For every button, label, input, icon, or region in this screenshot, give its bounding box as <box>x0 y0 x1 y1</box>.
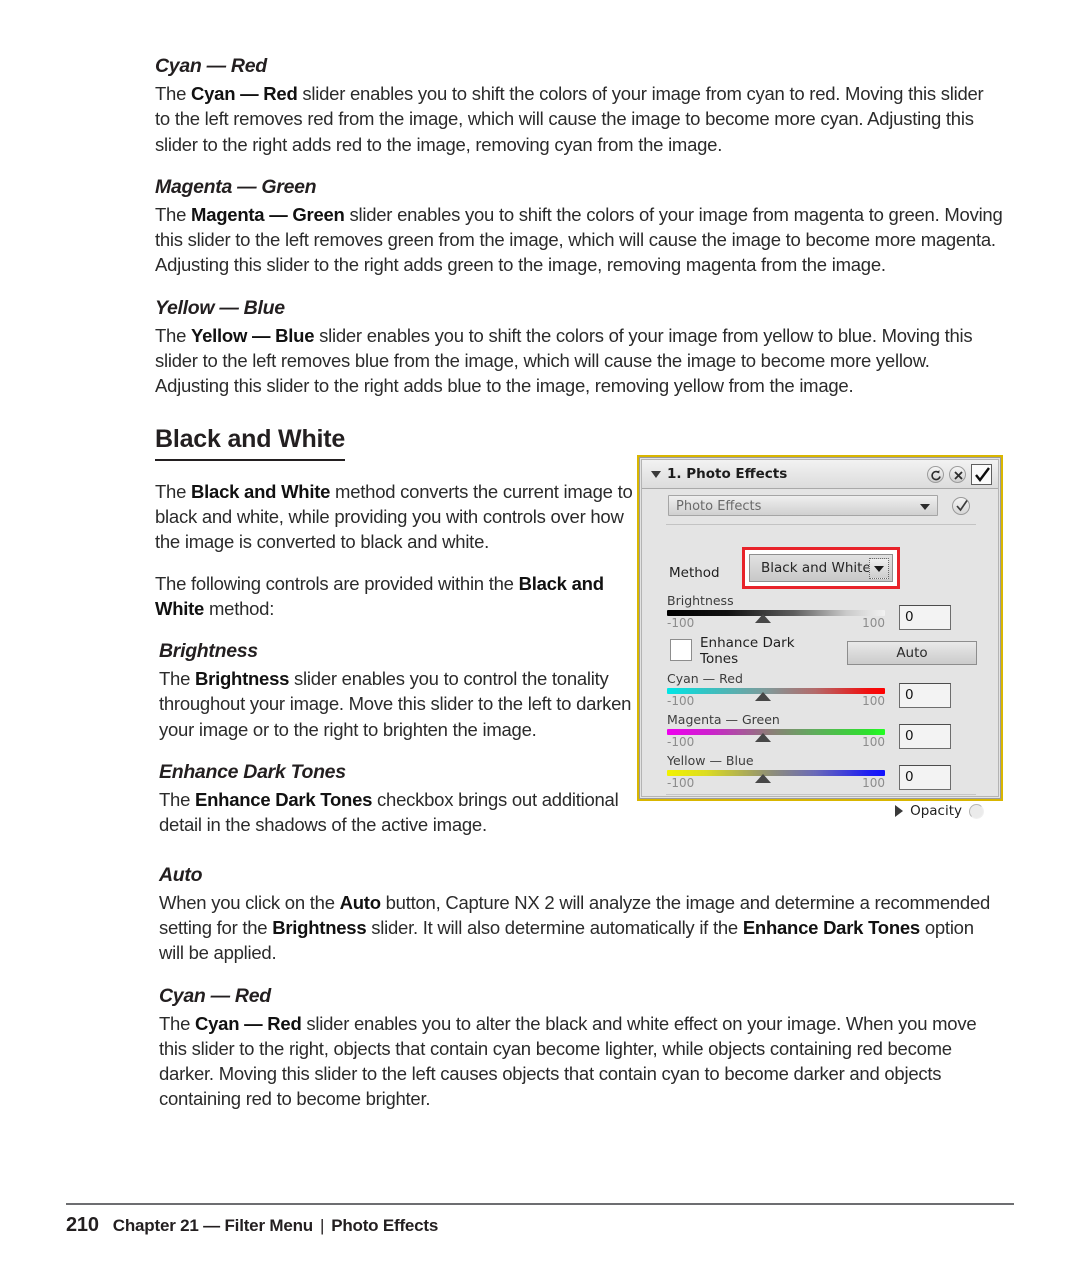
slider-group-cyan-red: Cyan — Red -100 100 0 <box>667 671 979 708</box>
reset-icon[interactable] <box>927 466 944 483</box>
footer-chapter: Chapter 21 — Filter Menu <box>112 1216 313 1235</box>
chevron-down-icon <box>920 504 930 510</box>
effect-combo-value: Photo Effects <box>676 499 762 514</box>
subsection-enhance-dark-tones: Enhance Dark Tones The Enhance Dark Tone… <box>155 761 635 838</box>
method-combo-value: Black and White <box>761 560 871 576</box>
slider-range-cyan-red: -100 100 <box>667 694 885 708</box>
close-icon[interactable] <box>949 466 966 483</box>
subsection-brightness: Brightness The Brightness slider enables… <box>155 640 635 742</box>
slider-max-yellow-blue: 100 <box>862 776 885 790</box>
paragraph-cyan-red-top: The Cyan — Red slider enables you to shi… <box>155 83 984 155</box>
panel-title: 1. Photo Effects <box>667 466 788 482</box>
heading-auto: Auto <box>159 863 203 886</box>
paragraph-bw-intro2: The following controls are provided with… <box>155 572 604 619</box>
slider-range-magenta-green: -100 100 <box>667 735 885 749</box>
slider-min-magenta-green: -100 <box>667 735 695 749</box>
chevron-down-icon <box>874 566 884 572</box>
panel-title-bar: 1. Photo Effects <box>642 460 998 489</box>
opacity-label: Opacity <box>910 803 962 819</box>
section-magenta-green: Magenta — Green The Magenta — Green slid… <box>155 176 1003 278</box>
slider-value-yellow-blue: 0 <box>905 769 914 785</box>
manual-page: Cyan — Red The Cyan — Red slider enables… <box>0 0 1080 1270</box>
effect-combo-row: Photo Effects <box>642 489 998 521</box>
slider-max-brightness: 100 <box>862 616 885 630</box>
bw-intro2-block: The following controls are provided with… <box>155 571 635 622</box>
triangle-right-icon[interactable] <box>895 805 904 817</box>
slider-value-box-brightness[interactable]: 0 <box>899 605 951 630</box>
paragraph-magenta-green: The Magenta — Green slider enables you t… <box>155 203 1003 276</box>
method-combo-dropdown-button[interactable] <box>869 558 889 579</box>
opacity-knob-icon[interactable] <box>969 803 984 819</box>
enhance-dark-tones-label: Enhance Dark Tones <box>700 635 795 667</box>
method-label: Method <box>669 565 720 581</box>
page-footer: 210 Chapter 21 — Filter Menu | Photo Effect… <box>66 1203 1014 1237</box>
section-yellow-blue: Yellow — Blue The Yellow — Blue slider e… <box>155 297 1003 399</box>
slider-value-brightness: 0 <box>905 609 914 625</box>
auto-button-label: Auto <box>896 645 928 661</box>
paragraph-enhance-dark-tones: The Enhance Dark Tones checkbox brings o… <box>159 789 619 836</box>
paragraph-bw-intro: The Black and White method converts the … <box>155 480 633 553</box>
slider-min-cyan-red: -100 <box>667 694 695 708</box>
enable-checkbox[interactable] <box>971 464 992 485</box>
slider-group-brightness: Brightness -100 100 0 <box>667 593 979 630</box>
photo-effects-panel-screenshot: 1. Photo Effects Photo Effects Method Bl… <box>637 455 1003 819</box>
subsection-cyan-red-bw: Cyan — Red The Cyan — Red slider enables… <box>155 985 1003 1112</box>
effect-combo[interactable]: Photo Effects <box>668 495 938 516</box>
heading-cyan-red-top: Cyan — Red <box>155 55 267 77</box>
panel-inner: 1. Photo Effects Photo Effects Method Bl… <box>641 459 999 819</box>
slider-range-brightness: -100 100 <box>667 616 885 630</box>
auto-button[interactable]: Auto <box>847 641 977 665</box>
section-cyan-red-top: Cyan — Red The Cyan — Red slider enables… <box>155 55 1003 157</box>
footer-separator: | <box>319 1216 325 1235</box>
slider-value-box-cyan-red[interactable]: 0 <box>899 683 951 708</box>
heading-cyan-red-bw: Cyan — Red <box>159 984 271 1007</box>
footer-topic: Photo Effects <box>331 1216 439 1235</box>
slider-value-cyan-red: 0 <box>905 687 914 703</box>
slider-value-box-magenta-green[interactable]: 0 <box>899 724 951 749</box>
paragraph-yellow-blue: The Yellow — Blue slider enables you to … <box>155 324 973 397</box>
slider-range-yellow-blue: -100 100 <box>667 776 885 790</box>
paragraph-cyan-red-bw: The Cyan — Red slider enables you to alt… <box>159 1012 977 1110</box>
heading-brightness: Brightness <box>159 640 258 663</box>
page-title-black-and-white: Black and White <box>155 425 345 461</box>
subsection-auto: Auto When you click on the Auto button, … <box>155 864 1003 966</box>
slider-value-magenta-green: 0 <box>905 728 914 744</box>
slider-value-box-yellow-blue[interactable]: 0 <box>899 765 951 790</box>
slider-max-cyan-red: 100 <box>862 694 885 708</box>
heading-magenta-green: Magenta — Green <box>155 175 317 198</box>
paragraph-brightness: The Brightness slider enables you to con… <box>159 668 632 740</box>
enhance-dark-tones-checkbox[interactable] <box>670 639 692 661</box>
bw-intro-block: The Black and White method converts the … <box>155 479 635 555</box>
page-number: 210 <box>66 1214 99 1236</box>
slider-group-yellow-blue: Yellow — Blue -100 100 0 <box>667 753 979 790</box>
slider-max-magenta-green: 100 <box>862 735 885 749</box>
slider-min-brightness: -100 <box>667 616 695 630</box>
apply-check-icon[interactable] <box>952 497 970 515</box>
panel-title-icons <box>927 464 992 485</box>
divider-top <box>666 524 976 525</box>
opacity-row[interactable]: Opacity <box>895 803 984 819</box>
paragraph-auto: When you click on the Auto button, Captu… <box>159 891 991 964</box>
method-combo[interactable]: Black and White <box>749 554 893 582</box>
slider-min-yellow-blue: -100 <box>667 776 695 790</box>
slider-group-magenta-green: Magenta — Green -100 100 0 <box>667 712 979 749</box>
divider-bottom <box>666 794 976 795</box>
heading-enhance-dark-tones: Enhance Dark Tones <box>159 761 346 784</box>
panel-collapse-triangle-icon[interactable] <box>651 471 661 478</box>
heading-yellow-blue: Yellow — Blue <box>155 296 285 319</box>
